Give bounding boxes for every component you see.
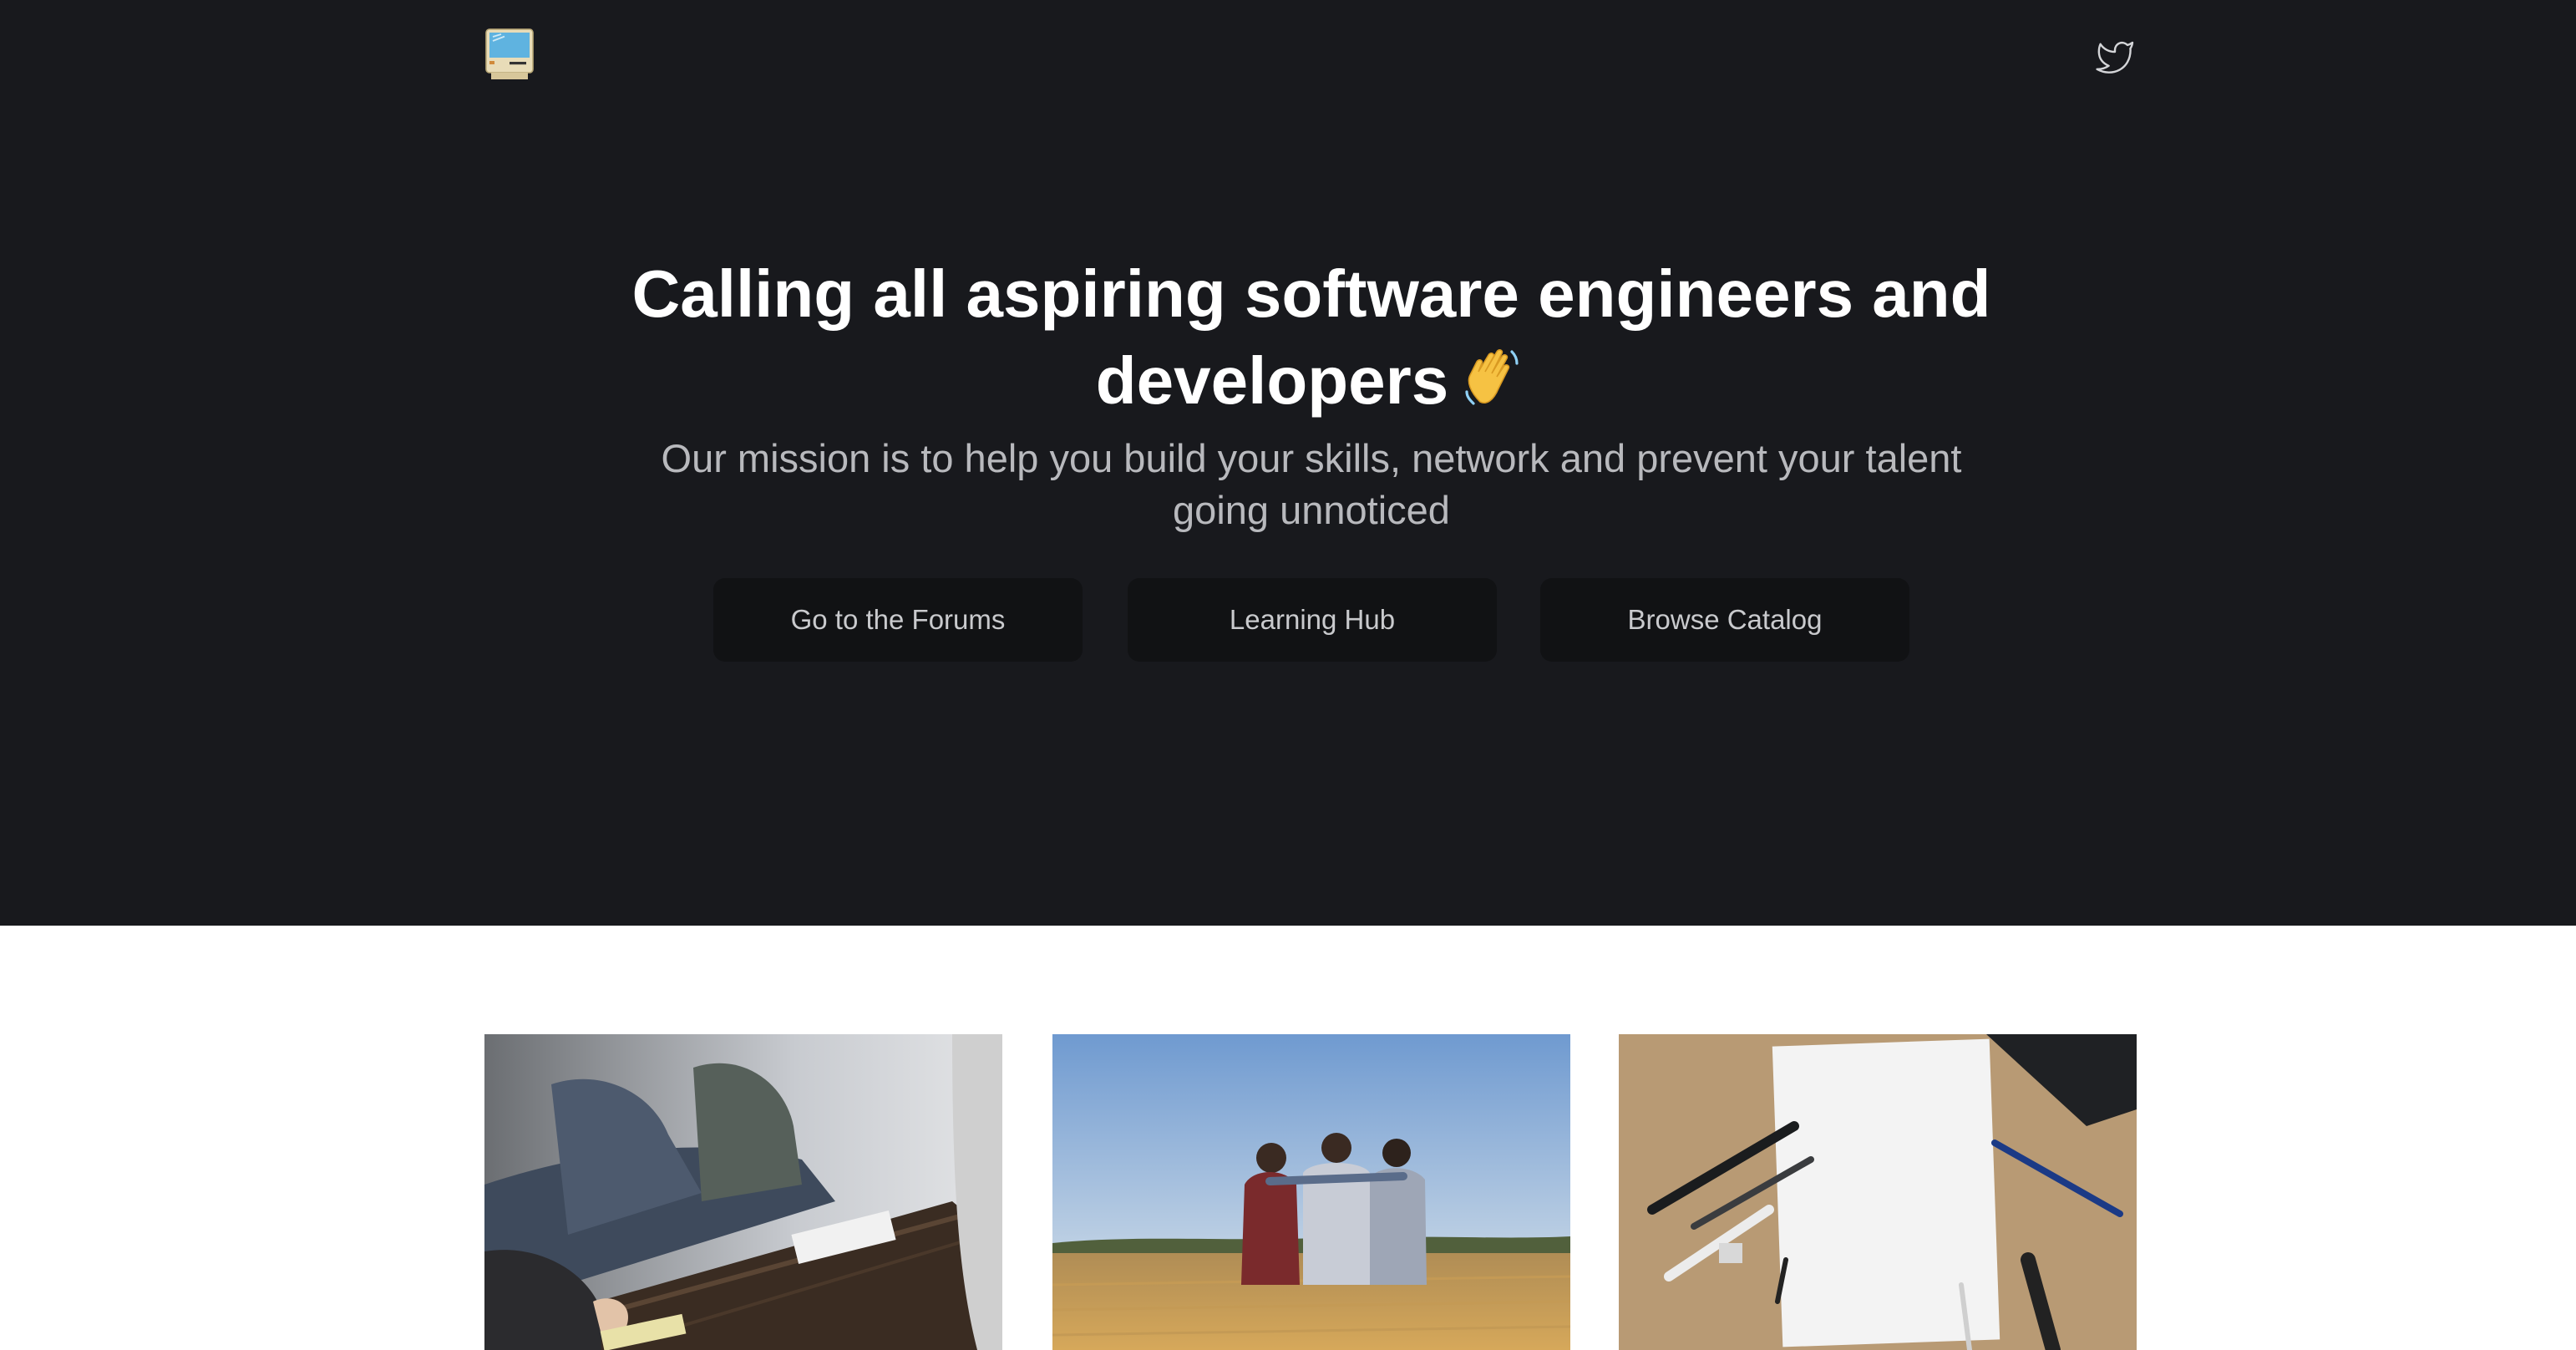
subheadline-line-2: going unnoticed [1173,488,1450,532]
headline-line-1: Calling all aspiring software engineers … [631,256,1991,331]
headline-line-2-text: developers [1095,343,1449,418]
feature-cards-section [0,926,2576,1350]
browse-catalog-button[interactable]: Browse Catalog [1540,578,1909,662]
hero-section: Calling all aspiring software engineers … [0,0,2576,926]
go-to-forums-button[interactable]: Go to the Forums [713,578,1083,662]
headline-line-2: developers [451,338,2172,424]
friends-in-field-photo[interactable] [1052,1034,1570,1350]
retro-computer-icon[interactable] [484,28,535,80]
subheadline-line-1: Our mission is to help you build your sk… [661,436,1962,480]
learning-hub-button[interactable]: Learning Hub [1128,578,1497,662]
hero-subheadline: Our mission is to help you build your sk… [585,433,2038,536]
blank-paper-with-pens-photo[interactable] [1619,1034,2137,1350]
people-at-meeting-table-photo[interactable] [484,1034,1002,1350]
waving-hand-icon [1460,342,1527,412]
hero-headline: Calling all aspiring software engineers … [451,251,2172,424]
twitter-icon[interactable] [2092,37,2137,77]
cta-button-row: Go to the Forums Learning Hub Browse Cat… [713,578,1909,662]
